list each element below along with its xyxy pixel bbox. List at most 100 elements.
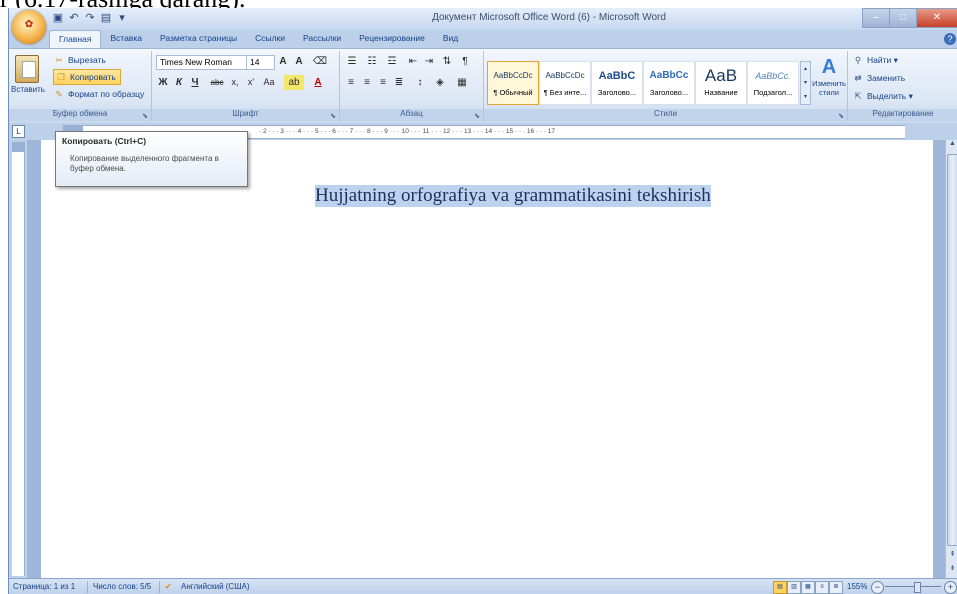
cursor-icon: ⇱	[854, 91, 862, 101]
maximize-button[interactable]: □	[889, 8, 917, 28]
scroll-thumb[interactable]	[947, 154, 957, 546]
title-bar: ▣ ↶ ↷ ▤ ▾ Документ Microsoft Office Word…	[9, 8, 957, 30]
style-normal[interactable]: AaBbCcDc ¶ Обычный	[487, 61, 539, 105]
language-indicator[interactable]: Английский (США)	[181, 581, 250, 593]
status-divider	[159, 581, 160, 593]
dialog-launcher-icon[interactable]: ⬊	[142, 112, 148, 120]
zoom-out-icon[interactable]: −	[871, 581, 884, 594]
style-no-spacing[interactable]: AaBbCcDc ¶ Без инте...	[539, 61, 591, 105]
justify-icon[interactable]: ≣	[392, 75, 406, 90]
cut-button[interactable]: ✂ Вырезать	[53, 53, 105, 67]
font-color-icon[interactable]: A	[310, 75, 326, 90]
align-center-icon[interactable]: ≡	[360, 75, 374, 90]
prev-page-icon[interactable]: ⇞	[946, 550, 957, 562]
increase-indent-icon[interactable]: ⇥	[422, 54, 436, 69]
tab-mailings[interactable]: Рассылки	[294, 30, 350, 47]
font-size-field[interactable]: 14	[246, 55, 275, 70]
dialog-launcher-icon[interactable]: ⬊	[838, 112, 844, 120]
print-layout-view-icon[interactable]: ▤	[773, 581, 787, 594]
redo-icon[interactable]: ↷	[83, 11, 97, 25]
tab-references[interactable]: Ссылки	[246, 30, 294, 47]
align-left-icon[interactable]: ≡	[344, 75, 358, 90]
style-name: Заголово...	[649, 88, 689, 97]
underline-button[interactable]: Ч	[188, 75, 202, 90]
word-count[interactable]: Число слов: 5/5	[93, 581, 151, 593]
selected-document-text[interactable]: Hujjatning orfografiya va grammatikasini…	[315, 185, 711, 207]
save-icon[interactable]: ▣	[51, 11, 65, 25]
decrease-indent-icon[interactable]: ⇤	[406, 54, 420, 69]
format-painter-button[interactable]: ✎ Формат по образцу	[53, 87, 144, 101]
minimize-button[interactable]: –	[862, 8, 890, 28]
vertical-ruler[interactable]	[12, 142, 25, 576]
italic-button[interactable]: К	[172, 75, 186, 90]
style-heading-1[interactable]: AaBbC Заголово...	[591, 61, 643, 105]
page-count[interactable]: Страница: 1 из 1	[13, 581, 75, 593]
bold-button[interactable]: Ж	[156, 75, 170, 90]
office-button[interactable]: ✿	[12, 10, 46, 44]
style-sample: AaBbCc	[649, 70, 689, 81]
dialog-launcher-icon[interactable]: ⬊	[474, 112, 480, 120]
superscript-button[interactable]: x'	[244, 75, 258, 90]
style-name: Название	[704, 88, 738, 97]
styles-scroll[interactable]: ▴ ▾ ▾	[800, 61, 811, 105]
print-icon[interactable]: ▤	[99, 11, 113, 25]
draft-view-icon[interactable]: ≣	[829, 581, 843, 594]
close-button[interactable]: ✕	[916, 8, 957, 28]
shrink-font-icon[interactable]: A	[292, 54, 306, 69]
zoom-in-icon[interactable]: +	[944, 581, 957, 594]
change-case-button[interactable]: Aa	[260, 75, 278, 90]
show-marks-icon[interactable]: ¶	[458, 54, 472, 69]
change-styles-button[interactable]: A Изменить стили	[812, 55, 846, 97]
web-layout-view-icon[interactable]: ▦	[801, 581, 815, 594]
subscript-button[interactable]: x,	[228, 75, 242, 90]
align-right-icon[interactable]: ≡	[376, 75, 390, 90]
bullets-icon[interactable]: ☰	[344, 54, 360, 69]
grow-font-icon[interactable]: A	[276, 54, 290, 69]
help-icon[interactable]: ?	[944, 33, 956, 45]
line-spacing-icon[interactable]: ↕	[412, 75, 428, 90]
full-screen-view-icon[interactable]: ▥	[787, 581, 801, 594]
numbering-icon[interactable]: ☷	[364, 54, 380, 69]
shading-icon[interactable]: ◈	[432, 75, 448, 90]
style-subtitle[interactable]: AaBbCc. Подзагол...	[747, 61, 799, 105]
zoom-slider[interactable]	[885, 586, 941, 587]
style-title[interactable]: AaB Название	[695, 61, 747, 105]
borders-icon[interactable]: ▦	[454, 75, 470, 90]
sort-icon[interactable]: ⇅	[440, 54, 454, 69]
tab-page-layout[interactable]: Разметка страницы	[151, 30, 246, 47]
vertical-scrollbar[interactable]: ▲ ⇞ ⇟	[945, 140, 957, 578]
copy-button[interactable]: ❐ Копировать	[53, 69, 121, 85]
tab-review[interactable]: Рецензирование	[350, 30, 434, 47]
tab-insert[interactable]: Вставка	[101, 30, 151, 47]
style-sample: AaBbCcDc	[545, 71, 585, 80]
zoom-level[interactable]: 155%	[847, 581, 867, 593]
select-button[interactable]: ⇱ Выделить ▾	[852, 89, 912, 103]
scroll-up-icon[interactable]: ▲	[946, 140, 957, 152]
tooltip-title: Копировать (Ctrl+C)	[62, 136, 147, 146]
outline-view-icon[interactable]: ≡	[815, 581, 829, 594]
dialog-launcher-icon[interactable]: ⬊	[330, 112, 336, 120]
customize-qat-icon[interactable]: ▾	[115, 11, 129, 25]
font-name-field[interactable]: Times New Roman	[156, 55, 247, 70]
multilevel-list-icon[interactable]: ☲	[384, 54, 400, 69]
highlight-color-icon[interactable]: ab	[284, 75, 304, 90]
spellcheck-icon[interactable]: ✔	[165, 581, 172, 593]
next-page-icon[interactable]: ⇟	[946, 564, 957, 576]
ribbon: Вставить ✂ Вырезать ❐ Копировать ✎ Формат п…	[9, 48, 957, 124]
tab-home[interactable]: Главная	[49, 30, 102, 48]
undo-icon[interactable]: ↶	[67, 11, 81, 25]
find-button[interactable]: ⚲ Найти ▾	[852, 53, 898, 67]
window-title: Документ Microsoft Office Word (6) - Mic…	[432, 12, 666, 23]
tab-view[interactable]: Вид	[434, 30, 467, 47]
replace-button[interactable]: ⇄ Заменить	[852, 71, 905, 85]
font-group-label: Шрифт	[152, 109, 339, 121]
ribbon-tabs: Главная Вставка Разметка страницы Ссылки…	[49, 30, 467, 48]
style-heading-2[interactable]: AaBbCc Заголово...	[643, 61, 695, 105]
strikethrough-button[interactable]: abc	[208, 75, 226, 90]
clear-format-icon[interactable]: ⌫	[312, 54, 328, 69]
window-controls: – □ ✕	[862, 8, 957, 28]
tab-selector-icon[interactable]: L	[12, 125, 25, 138]
paste-button[interactable]: Вставить	[11, 55, 45, 105]
paste-label: Вставить	[11, 85, 45, 94]
zoom-slider-thumb[interactable]	[914, 582, 921, 593]
